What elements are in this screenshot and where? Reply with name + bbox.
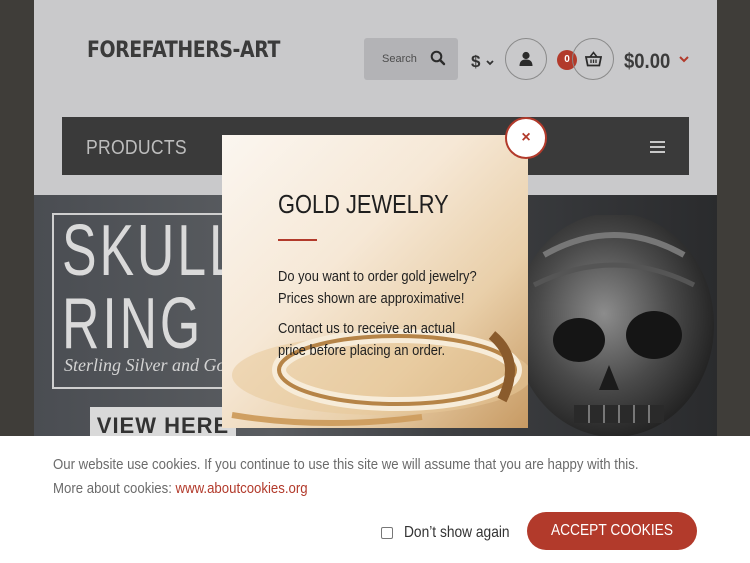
modal-text-2-line2: price before placing an order. [278,342,446,359]
banner-title-line1: SKULL [62,211,241,291]
modal-text-1-line2: Prices shown are approximative! [278,290,465,307]
title-divider [278,239,317,241]
accept-cookies-button[interactable]: ACCEPT COOKIES [527,512,697,550]
hamburger-menu-icon[interactable] [650,141,665,153]
modal-text-1-line1: Do you want to order gold jewelry? [278,268,477,285]
cookie-message-line1: Our website use cookies. If you continue… [53,456,639,473]
cart-chevron-down-icon[interactable] [678,54,690,64]
modal-text-2: Contact us to receive an actual price be… [278,318,455,362]
dont-show-label[interactable]: Don’t show again [404,524,510,542]
close-modal-button[interactable]: × [505,117,547,159]
nav-products-label[interactable]: PRODUCTS [86,137,187,160]
dont-show-checkbox[interactable] [381,527,393,539]
search-input[interactable]: Search [382,53,417,65]
cart-button[interactable] [572,38,614,80]
accept-cookies-label: ACCEPT COOKIES [550,522,674,539]
cookie-message: Our website use cookies. If you continue… [53,453,639,501]
search-box[interactable]: Search [364,38,458,80]
account-button[interactable] [505,38,547,80]
banner-title-line2: RING [62,284,204,364]
currency-value: $ [471,52,481,71]
cart-total[interactable]: $0.00 [624,50,670,74]
about-cookies-link[interactable]: www.aboutcookies.org [176,480,308,497]
cookie-bar: Our website use cookies. If you continue… [0,436,750,563]
chevron-down-icon [486,59,494,65]
banner-subtitle: Sterling Silver and Go [64,355,226,375]
user-icon [519,51,533,66]
cookie-message-prefix: More about cookies: [53,480,176,497]
modal-title: GOLD JEWELRY [278,189,449,219]
store-logo[interactable]: FOREFATHERS-ART [87,38,280,63]
modal-text-1: Do you want to order gold jewelry? Price… [278,266,477,310]
modal-text-2-line1: Contact us to receive an actual [278,320,456,337]
basket-icon [585,51,602,67]
gold-jewelry-modal: GOLD JEWELRY Do you want to order gold j… [222,135,528,428]
skull-ring-image [514,215,714,437]
currency-selector[interactable]: $ [471,52,495,72]
search-icon[interactable] [430,50,446,66]
